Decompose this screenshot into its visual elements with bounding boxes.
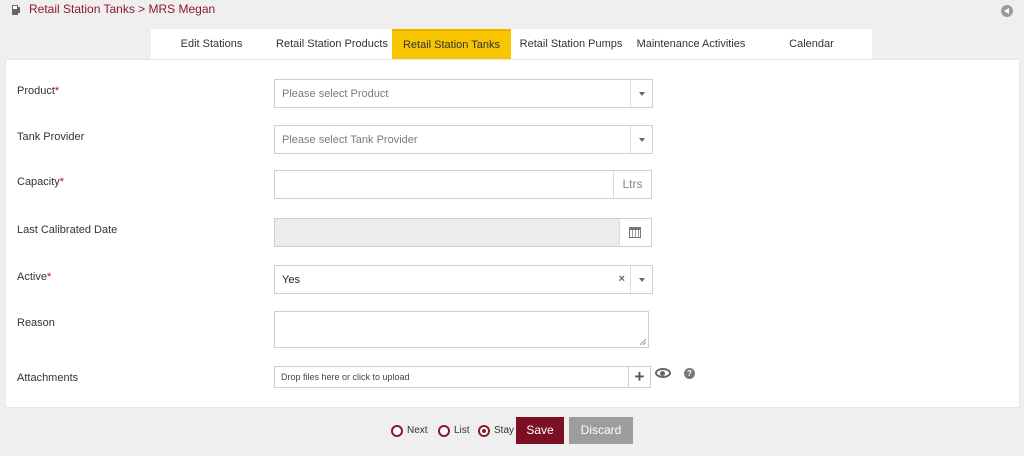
- chevron-down-icon[interactable]: [630, 80, 652, 107]
- last-calibrated-date-label: Last Calibrated Date: [17, 224, 118, 236]
- tab-retail-station-pumps[interactable]: Retail Station Pumps: [511, 29, 631, 59]
- radio-stay[interactable]: Stay: [478, 425, 516, 439]
- help-icon[interactable]: ?: [684, 368, 695, 379]
- capacity-input[interactable]: Ltrs: [274, 170, 652, 199]
- fuel-pump-icon: [12, 5, 20, 15]
- clear-icon[interactable]: ×: [619, 273, 625, 285]
- radio-button-selected[interactable]: [478, 425, 490, 437]
- last-calibrated-date-input: [274, 218, 652, 247]
- attachments-label: Attachments: [17, 372, 79, 384]
- radio-next[interactable]: Next: [391, 425, 431, 439]
- product-label: Product*: [17, 85, 60, 97]
- save-button[interactable]: Save: [516, 417, 564, 444]
- active-label: Active*: [17, 271, 52, 283]
- eye-icon[interactable]: [655, 368, 671, 378]
- radio-button[interactable]: [438, 425, 450, 437]
- resize-handle-icon[interactable]: [640, 339, 646, 345]
- active-select[interactable]: Yes ×: [274, 265, 653, 294]
- chevron-down-icon[interactable]: [630, 266, 652, 293]
- tab-calendar[interactable]: Calendar: [751, 29, 872, 59]
- back-arrow-icon[interactable]: [1001, 5, 1013, 17]
- reason-label: Reason: [17, 317, 55, 329]
- add-file-button[interactable]: +: [628, 367, 650, 387]
- product-select[interactable]: Please select Product: [274, 79, 653, 108]
- capacity-unit: Ltrs: [613, 171, 651, 198]
- calendar-button[interactable]: [619, 219, 651, 246]
- tank-provider-label: Tank Provider: [17, 131, 85, 143]
- tab-maintenance-activities[interactable]: Maintenance Activities: [631, 29, 751, 59]
- chevron-down-icon[interactable]: [630, 126, 652, 153]
- tab-edit-stations[interactable]: Edit Stations: [151, 29, 272, 59]
- capacity-label: Capacity*: [17, 176, 65, 188]
- form-footer: Next List Stay Save Discard: [0, 408, 1024, 456]
- calendar-icon: [629, 227, 641, 238]
- tab-bar: Edit Stations Retail Station Products Re…: [151, 29, 872, 59]
- radio-button[interactable]: [391, 425, 403, 437]
- breadcrumb[interactable]: Retail Station Tanks > MRS Megan: [29, 2, 215, 16]
- form-panel: Product* Please select Product Tank Prov…: [5, 59, 1020, 408]
- tab-retail-station-tanks[interactable]: Retail Station Tanks: [392, 29, 511, 59]
- discard-button[interactable]: Discard: [569, 417, 633, 444]
- reason-textarea[interactable]: [274, 311, 649, 348]
- top-bar: Retail Station Tanks > MRS Megan: [0, 0, 1024, 22]
- tab-retail-station-products[interactable]: Retail Station Products: [272, 29, 392, 59]
- file-dropzone[interactable]: Drop files here or click to upload +: [274, 366, 651, 388]
- tank-provider-select[interactable]: Please select Tank Provider: [274, 125, 653, 154]
- radio-list[interactable]: List: [438, 425, 474, 439]
